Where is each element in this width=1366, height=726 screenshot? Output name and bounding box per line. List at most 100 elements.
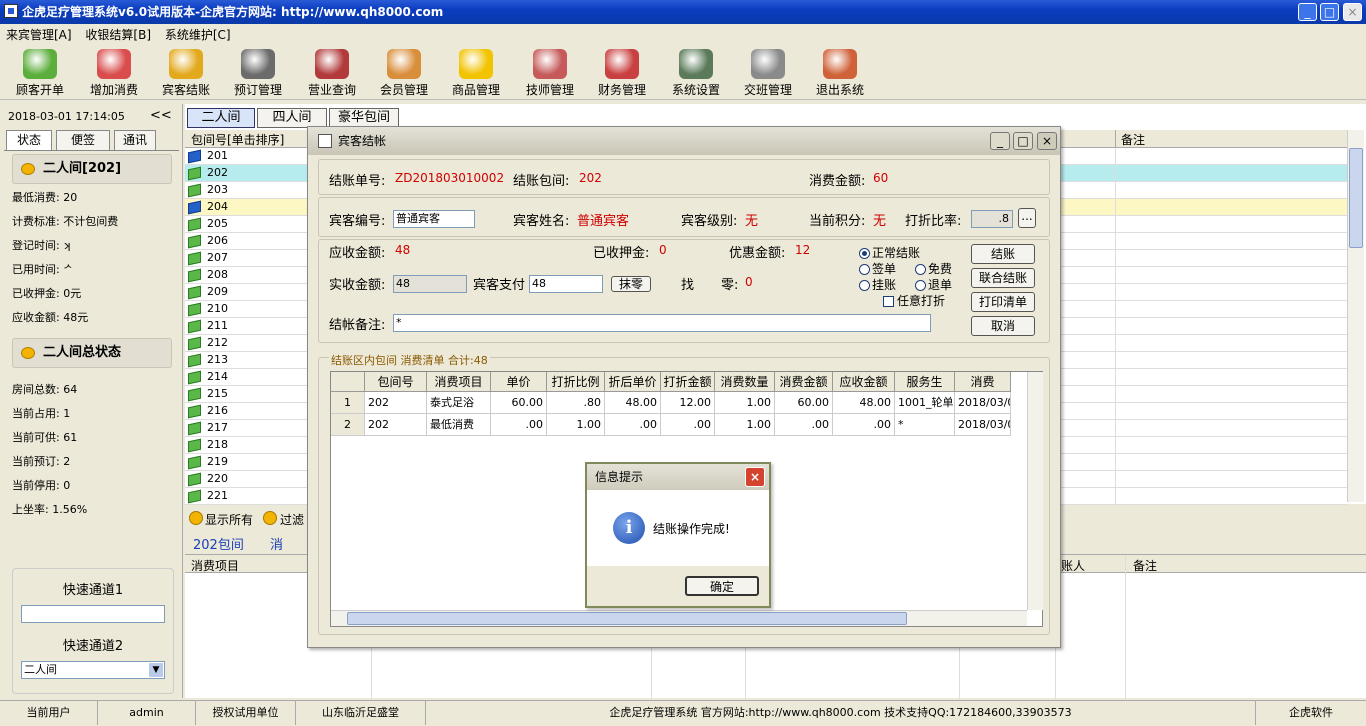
room-number: 212 <box>207 336 228 349</box>
mode-sign[interactable]: 签单 <box>859 260 896 277</box>
toolbar-button-7[interactable]: 商品管理 <box>440 48 512 98</box>
status-bar: 当前用户 admin 授权试用单位 山东临沂足盛堂 企虎足疗管理系统 官方网站:… <box>0 700 1366 726</box>
dialog-minimize-button[interactable]: _ <box>990 132 1010 150</box>
room-list-scrollbar[interactable] <box>1347 130 1364 502</box>
quick1-input[interactable] <box>21 605 165 623</box>
menu-cashier[interactable]: 收银结算[B] <box>81 25 155 45</box>
close-button[interactable]: × <box>1343 3 1362 21</box>
tab-room-2person[interactable]: 二人间 <box>187 108 255 128</box>
detail-col-header[interactable]: 应收金额 <box>833 372 895 392</box>
any-discount-label: 任意打折 <box>897 294 946 308</box>
filter-button[interactable]: 过滤 <box>280 511 304 528</box>
room-status-icon <box>21 163 35 175</box>
joint-checkout-button[interactable]: 联合结账 <box>971 268 1035 288</box>
toolbar-button-11[interactable]: 交班管理 <box>732 48 804 98</box>
window-title: 企虎足疗管理系统v6.0试用版本-企虎官方网站: http://www.qh80… <box>22 5 444 19</box>
menu-system[interactable]: 系统维护[C] <box>161 25 235 45</box>
col-consume-item[interactable]: 消费项目 <box>191 557 239 574</box>
collapse-button[interactable]: << <box>150 108 172 123</box>
detail-col-header[interactable]: 消费 <box>955 372 1011 392</box>
maximize-button[interactable]: □ <box>1320 3 1339 21</box>
status-vendor: 企虎软件 <box>1289 706 1333 719</box>
detail-col-header[interactable]: 消费金额 <box>775 372 833 392</box>
toolbar-button-10[interactable]: 系统设置 <box>660 48 732 98</box>
detail-cell: 60.00 <box>491 392 547 414</box>
col-divider <box>1115 420 1116 437</box>
any-discount-checkbox[interactable]: 任意打折 <box>883 292 945 309</box>
mode-hang[interactable]: 挂账 <box>859 276 896 293</box>
print-list-button[interactable]: 打印清单 <box>971 292 1035 312</box>
tab-notes[interactable]: 便签 <box>56 130 110 150</box>
menu-guest[interactable]: 来宾管理[A] <box>2 25 76 45</box>
chevron-down-icon[interactable]: ▼ <box>149 663 163 677</box>
guest-no-input[interactable]: 普通宾客 <box>393 210 475 228</box>
toolbar-button-6[interactable]: 会员管理 <box>368 48 440 98</box>
paid-input[interactable]: 48 <box>393 275 467 293</box>
detail-col-header[interactable]: 服务生 <box>895 372 955 392</box>
status-summary-icon <box>21 347 35 359</box>
detail-col-header[interactable]: 打折比例 <box>547 372 605 392</box>
col-bottom-remark[interactable]: 备注 <box>1133 557 1157 574</box>
room-number: 218 <box>207 438 228 451</box>
tab-status[interactable]: 状态 <box>6 130 52 150</box>
scroll-thumb[interactable] <box>347 612 907 625</box>
radio-refund-icon[interactable] <box>915 280 926 291</box>
detail-vscroll[interactable] <box>1027 372 1043 610</box>
detail-cell: 泰式足浴 <box>427 392 491 414</box>
show-all-button[interactable]: 显示所有 <box>205 511 253 528</box>
detail-cell: .00 <box>605 414 661 436</box>
radio-normal-icon[interactable] <box>859 248 870 259</box>
tab-room-4person[interactable]: 四人间 <box>257 108 327 128</box>
detail-col-header[interactable]: 消费数量 <box>715 372 775 392</box>
status-reserved: 当前预订: 2 <box>12 455 71 468</box>
note-input[interactable]: * <box>393 314 931 332</box>
detail-cell: 2018/03/0 <box>955 414 1011 436</box>
toolbar-button-3[interactable]: 宾客结账 <box>150 48 222 98</box>
detail-cell: .00 <box>775 414 833 436</box>
quick2-select[interactable]: 二人间 ▼ <box>21 661 165 679</box>
message-close-icon[interactable]: × <box>745 467 765 487</box>
toolbar-button-9[interactable]: 财务管理 <box>586 48 658 98</box>
tab-contacts[interactable]: 通讯 <box>114 130 156 150</box>
round-off-button[interactable]: 抹零 <box>611 276 651 292</box>
room-info-rate: 计费标准: 不计包间费 <box>12 215 119 228</box>
minimize-button[interactable]: _ <box>1298 3 1317 21</box>
scroll-thumb[interactable] <box>1349 148 1363 248</box>
mode-normal[interactable]: 正常结账 <box>859 244 920 261</box>
dialog-close-button[interactable]: × <box>1037 132 1057 150</box>
status-section-header: 二人间总状态 <box>12 338 172 368</box>
mode-refund[interactable]: 退单 <box>915 276 952 293</box>
toolbar-button-8[interactable]: 技师管理 <box>514 48 586 98</box>
col-room-no[interactable]: 包间号[单击排序] <box>191 131 284 148</box>
discount-more-button[interactable]: ... <box>1018 208 1036 228</box>
detail-hscroll[interactable] <box>331 610 1027 626</box>
dialog-maximize-button[interactable]: □ <box>1013 132 1033 150</box>
guest-pay-input[interactable]: 48 <box>529 275 603 293</box>
checkbox-icon[interactable] <box>883 296 894 307</box>
detail-col-header[interactable]: 折后单价 <box>605 372 661 392</box>
checkout-button[interactable]: 结账 <box>971 244 1035 264</box>
detail-col-header[interactable]: 消费项目 <box>427 372 491 392</box>
radio-free-icon[interactable] <box>915 264 926 275</box>
ok-button[interactable]: 确定 <box>685 576 759 596</box>
radio-hang-icon[interactable] <box>859 280 870 291</box>
cancel-button[interactable]: 取消 <box>971 316 1035 336</box>
tab-room-luxury[interactable]: 豪华包间 <box>329 108 399 128</box>
toolbar-button-1[interactable]: 顾客开单 <box>4 48 76 98</box>
quick2-value: 二人间 <box>24 663 57 676</box>
discount-input[interactable]: .8 <box>971 210 1013 228</box>
col-operator[interactable]: 账人 <box>1061 557 1085 574</box>
toolbar-button-4[interactable]: 预订管理 <box>222 48 294 98</box>
toolbar-button-2[interactable]: 增加消费 <box>78 48 150 98</box>
col-divider <box>1115 437 1116 454</box>
toolbar-button-5[interactable]: 营业查询 <box>296 48 368 98</box>
toolbar-button-12[interactable]: 退出系统 <box>804 48 876 98</box>
message-text: 结账操作完成! <box>653 522 730 536</box>
toolbar-label: 宾客结账 <box>161 83 210 97</box>
detail-col-header[interactable]: 打折金额 <box>661 372 715 392</box>
radio-sign-icon[interactable] <box>859 264 870 275</box>
detail-col-header[interactable]: 包间号 <box>365 372 427 392</box>
mode-free[interactable]: 免费 <box>915 260 952 277</box>
detail-col-header[interactable]: 单价 <box>491 372 547 392</box>
col-remark[interactable]: 备注 <box>1121 131 1145 148</box>
